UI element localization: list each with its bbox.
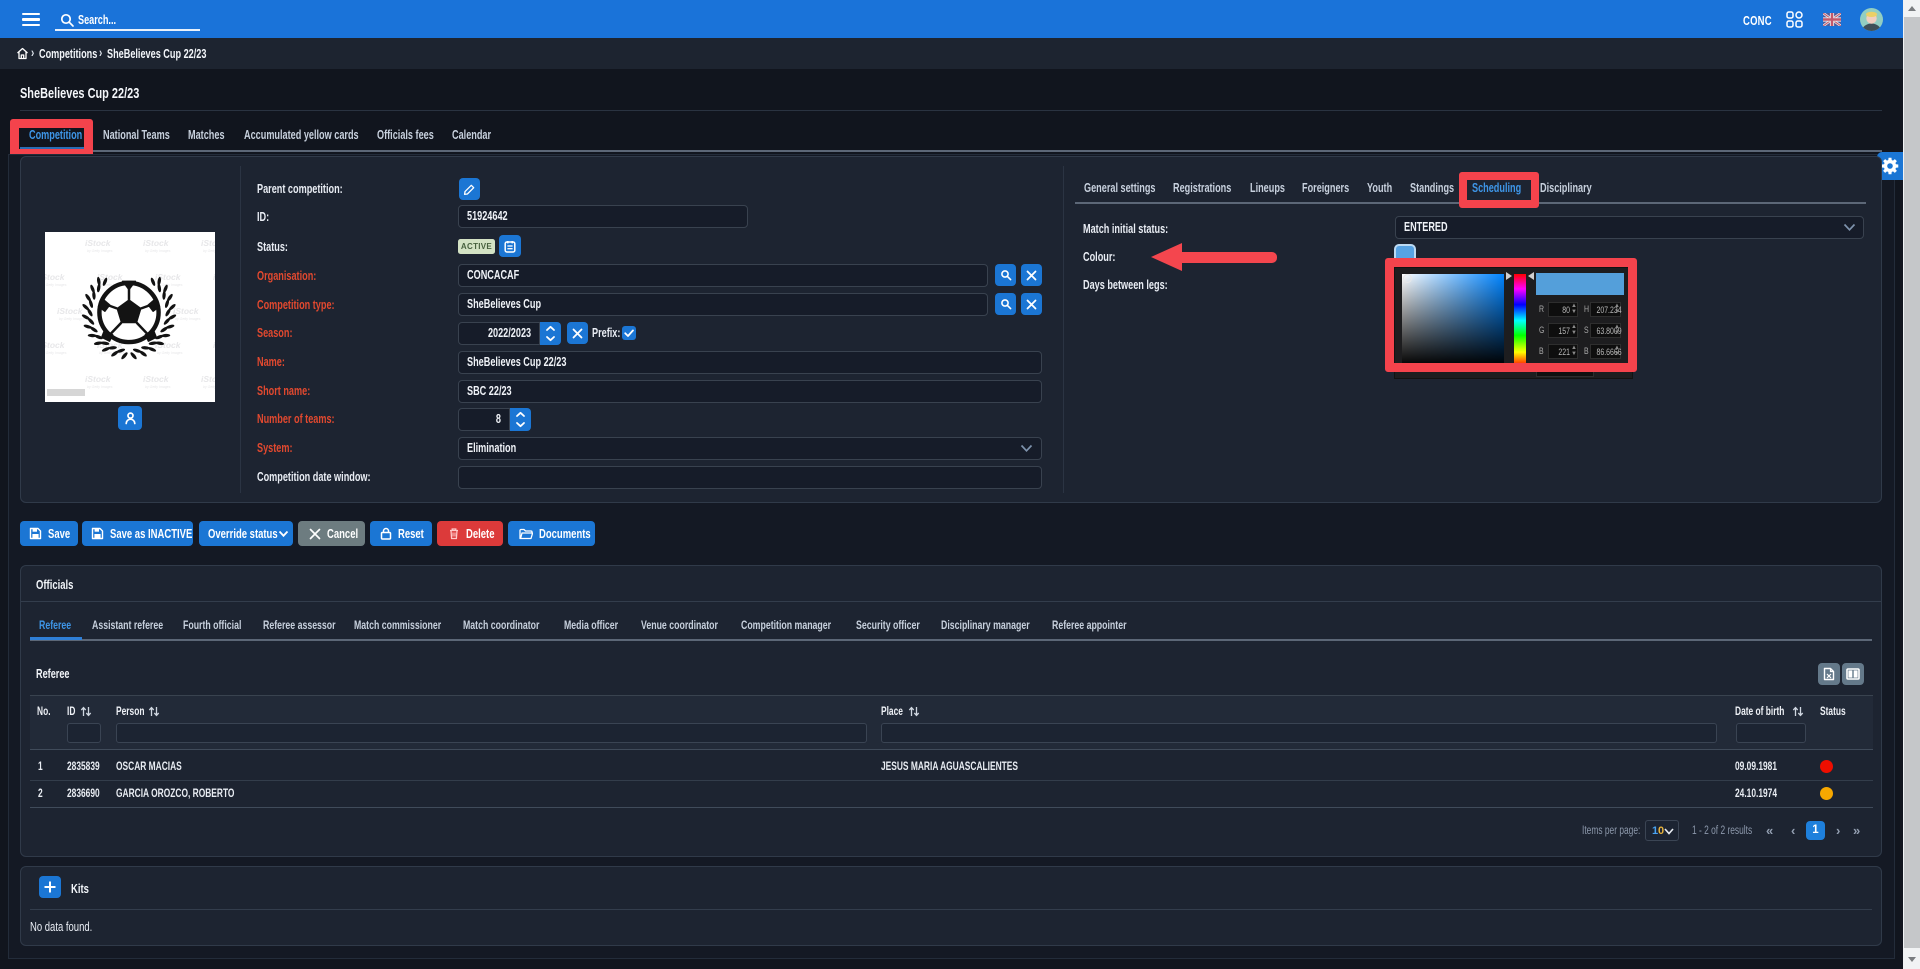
- svg-text:by Getty Images: by Getty Images: [203, 385, 215, 389]
- svg-text:by Getty Images: by Getty Images: [87, 385, 113, 389]
- svg-text:iStock: iStock: [213, 340, 215, 350]
- svg-text:iStock: iStock: [85, 374, 112, 384]
- svg-text:by Getty Images: by Getty Images: [175, 317, 201, 321]
- svg-text:by Getty Images: by Getty Images: [87, 249, 113, 253]
- svg-text:iStock: iStock: [45, 272, 66, 282]
- svg-text:by Getty Images: by Getty Images: [157, 283, 183, 287]
- svg-text:iStock: iStock: [143, 238, 170, 248]
- svg-text:iStock: iStock: [45, 340, 66, 350]
- svg-text:iStock: iStock: [143, 374, 170, 384]
- svg-text:by Getty Images: by Getty Images: [157, 351, 183, 355]
- svg-text:iStock: iStock: [97, 272, 124, 282]
- svg-text:by Getty Images: by Getty Images: [203, 249, 215, 253]
- svg-text:iStock: iStock: [201, 238, 215, 248]
- svg-text:by Getty Images: by Getty Images: [45, 283, 67, 287]
- svg-text:by Getty Images: by Getty Images: [45, 351, 67, 355]
- svg-text:by Getty Images: by Getty Images: [145, 385, 171, 389]
- svg-text:iStock: iStock: [85, 238, 112, 248]
- svg-text:iStock: iStock: [57, 306, 84, 316]
- svg-text:iStock: iStock: [201, 374, 215, 384]
- svg-text:iStock: iStock: [173, 306, 200, 316]
- svg-text:iStock: iStock: [213, 272, 215, 282]
- svg-text:by Getty Images: by Getty Images: [59, 317, 85, 321]
- svg-text:by Getty Images: by Getty Images: [145, 249, 171, 253]
